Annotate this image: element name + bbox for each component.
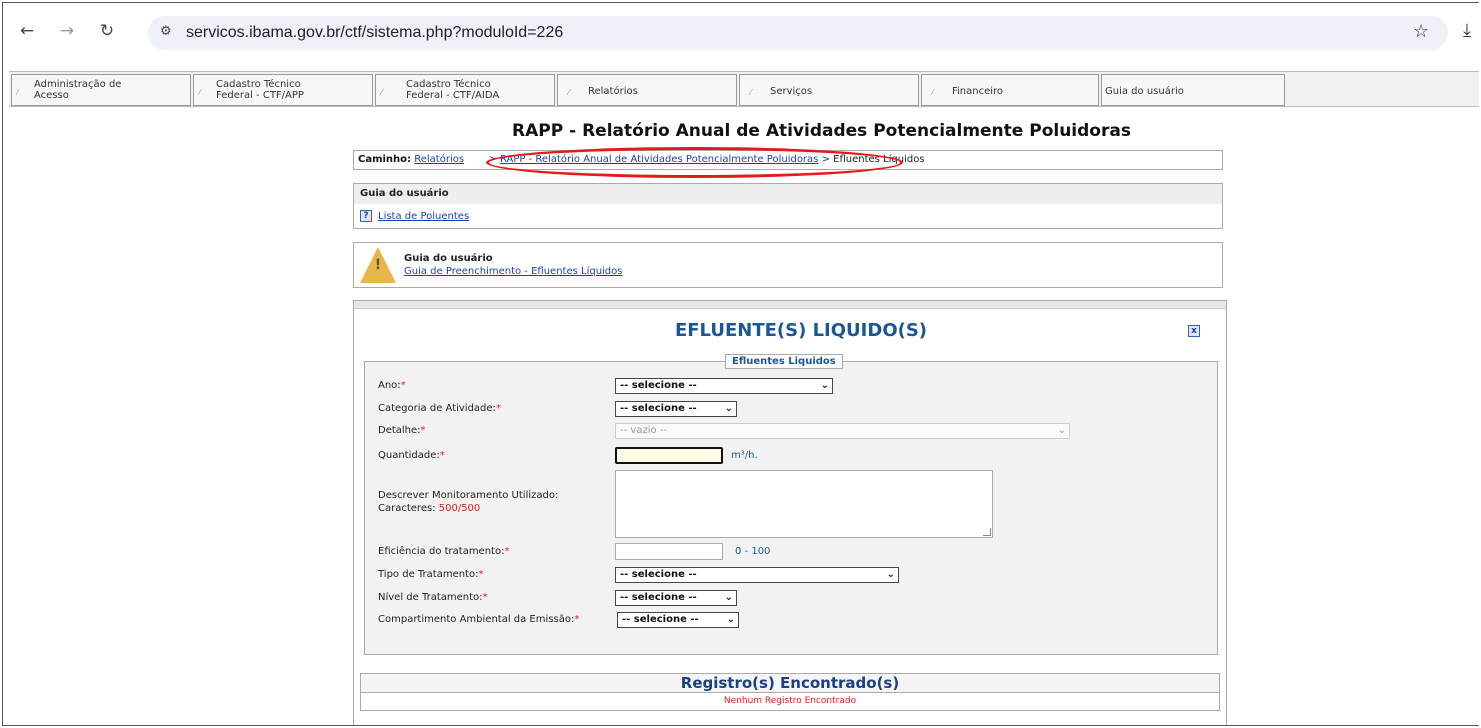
link-guia-preenchimento[interactable]: Guia de Preenchimento - Efluentes Líquid…: [404, 266, 623, 277]
results-empty-message: Nenhum Registro Encontrado: [360, 693, 1220, 711]
label-tipo: Tipo de Tratamento:*: [378, 569, 484, 580]
url-text[interactable]: servicos.ibama.gov.br/ctf/sistema.php?mo…: [186, 24, 563, 42]
menu-item-relatorios[interactable]: ⁄ Relatórios: [557, 74, 737, 106]
menu-item-servicos[interactable]: ⁄ Serviços: [739, 74, 919, 106]
select-compartimento[interactable]: -- selecione -- ⌄: [617, 612, 739, 628]
panel-title: EFLUENTE(S) LIQUIDO(S): [674, 320, 928, 341]
guide-header: Guia do usuário: [354, 184, 1222, 204]
select-tipo-tratamento[interactable]: -- selecione -- ⌄: [615, 567, 899, 583]
chevron-icon: ⁄: [568, 88, 570, 97]
label-nivel: Nível de Tratamento:*: [378, 592, 488, 603]
quantidade-input[interactable]: [615, 447, 723, 464]
results-header: Registro(s) Encontrado(s): [360, 673, 1220, 693]
guide-title: Guia do usuário: [404, 253, 493, 264]
chevron-icon: ⁄: [17, 88, 19, 97]
resize-handle-icon[interactable]: [983, 528, 991, 536]
label-ano: Ano:*: [378, 380, 406, 391]
download-icon[interactable]: ⤓: [1463, 20, 1471, 41]
link-lista-poluentes[interactable]: Lista de Poluentes: [378, 211, 469, 222]
eficiencia-input[interactable]: [615, 543, 723, 560]
browser-toolbar: ← → ↻ ⚙ servicos.ibama.gov.br/ctf/sistem…: [3, 3, 1479, 65]
breadcrumb-prefix: Caminho:: [358, 154, 412, 165]
select-ano[interactable]: -- selecione -- ⌄: [615, 378, 833, 394]
chevron-icon: ⁄: [381, 88, 383, 97]
reload-icon[interactable]: ↻: [95, 19, 119, 43]
select-nivel-tratamento[interactable]: -- selecione -- ⌄: [615, 590, 737, 606]
highlight-annotation: [486, 147, 903, 178]
back-icon[interactable]: ←: [15, 19, 39, 43]
fieldset-legend: Efluentes Liquidos: [725, 354, 843, 369]
close-icon[interactable]: x: [1188, 325, 1200, 337]
label-detalhe: Detalhe:*: [378, 425, 426, 436]
guide-box-poluentes: Guia do usuário ? Lista de Poluentes: [353, 183, 1223, 229]
browser-window: ← → ↻ ⚙ servicos.ibama.gov.br/ctf/sistem…: [2, 2, 1479, 726]
label-quantidade: Quantidade:*: [378, 450, 445, 461]
menu-item-administracao[interactable]: ⁄ Administração de Acesso: [11, 74, 191, 106]
menu-item-ctf-app[interactable]: ⁄ Cadastro Técnico Federal - CTF/APP: [193, 74, 373, 106]
unit-m3h: m³/h.: [731, 450, 758, 461]
site-settings-icon[interactable]: ⚙: [160, 24, 178, 42]
address-bar[interactable]: ⚙ servicos.ibama.gov.br/ctf/sistema.php?…: [148, 16, 1448, 50]
efluentes-fieldset: Efluentes Liquidos Ano:* -- selecione --…: [364, 354, 1218, 655]
forward-icon[interactable]: →: [55, 19, 79, 43]
label-compartimento: Compartimento Ambiental da Emissão:*: [378, 614, 580, 625]
select-detalhe[interactable]: -- vazio -- ⌄: [615, 423, 1070, 439]
monitoramento-textarea[interactable]: [615, 470, 993, 538]
menu-item-ctf-aida[interactable]: ⁄ Cadastro Técnico Federal - CTF/AIDA: [375, 74, 555, 106]
chevron-icon: ⁄: [750, 88, 752, 97]
chars-counter: Caracteres: 500/500: [378, 503, 481, 514]
guide-box-preenchimento: ! Guia do usuário Guia de Preenchimento …: [353, 242, 1223, 288]
chevron-icon: ⁄: [932, 88, 934, 97]
menu-item-financeiro[interactable]: ⁄ Financeiro: [921, 74, 1099, 106]
select-categoria[interactable]: -- selecione -- ⌄: [615, 401, 737, 417]
breadcrumb-link-relatorios[interactable]: Relatórios: [414, 154, 464, 165]
warning-mark-icon: !: [374, 257, 382, 273]
menu-item-guia-usuario[interactable]: Guia do usuário: [1101, 74, 1285, 106]
efluentes-panel: EFLUENTE(S) LIQUIDO(S) x Efluentes Liqui…: [353, 300, 1227, 725]
help-icon[interactable]: ?: [360, 210, 372, 222]
bookmark-star-icon[interactable]: ☆: [1413, 21, 1429, 42]
label-categoria: Categoria de Atividade:*: [378, 403, 501, 414]
main-menu: ⁄ Administração de Acesso ⁄ Cadastro Téc…: [9, 71, 1479, 107]
label-monitoramento: Descrever Monitoramento Utilizado:: [378, 490, 559, 501]
page-title: RAPP - Relatório Anual de Atividades Pot…: [512, 121, 1131, 141]
range-hint: 0 - 100: [735, 546, 771, 557]
label-eficiencia: Eficiência do tratamento:*: [378, 546, 510, 557]
chevron-icon: ⁄: [199, 88, 201, 97]
